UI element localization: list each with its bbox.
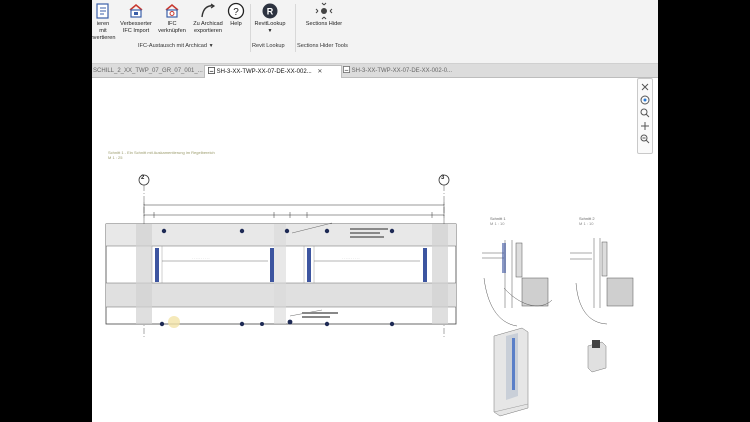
ribbon-group-label: IFC-Austausch mit Archicad xyxy=(138,43,208,49)
ribbon-label: nvertieren xyxy=(92,35,116,41)
ribbon-button-help[interactable]: ? Help xyxy=(226,2,246,28)
ribbon: ieren mit nvertieren Verbesserter IFC Im… xyxy=(92,0,658,64)
ribbon-button-ifc-import[interactable]: Verbesserter IFC Import xyxy=(116,2,156,35)
chevron-down-icon[interactable]: ▼ xyxy=(268,28,273,34)
zoom-icon[interactable] xyxy=(640,108,650,118)
ribbon-button-ifc-link[interactable]: IFC verknüpfen xyxy=(156,2,188,35)
ribbon-separator xyxy=(250,4,251,52)
ribbon-label: Sections Hider xyxy=(305,21,343,27)
drawing-view-icon xyxy=(343,66,350,73)
ribbon-label: IFC xyxy=(167,21,177,27)
pan-icon[interactable] xyxy=(640,121,650,131)
detail-section-1 xyxy=(482,240,553,327)
tab-label: SH-3-XX-TWP-XX-07-DE-XX-002-0... xyxy=(351,68,453,74)
ribbon-label: ieren xyxy=(96,21,110,27)
ribbon-label: mit xyxy=(99,28,107,34)
ribbon-label: Help xyxy=(230,21,242,27)
tab-label: SCHILL_2_XX_TWP_07_GR_07_001_... xyxy=(93,68,203,74)
ribbon-button-archicad-export[interactable]: Zu Archicad exportieren xyxy=(188,2,228,35)
ribbon-group-sections: Sections Hider Tools xyxy=(297,43,348,49)
dimension-lines xyxy=(143,202,445,218)
svg-text:?: ? xyxy=(233,7,239,18)
ribbon-label: verknüpfen xyxy=(158,28,186,34)
ifc-import-icon xyxy=(129,4,143,18)
zoom-region-icon[interactable] xyxy=(640,134,650,144)
document-convert-icon xyxy=(96,3,109,19)
section-drawing: · · · · · · · · · · · · · · · · · · · · xyxy=(105,174,634,417)
ribbon-label: IFC Import xyxy=(122,28,150,34)
detail-bracket xyxy=(502,243,506,273)
column xyxy=(432,224,448,324)
view-tab-bar: SCHILL_2_XX_TWP_07_GR_07_001_... SH-3-XX… xyxy=(92,64,658,78)
column xyxy=(274,224,286,324)
close-icon[interactable]: ✕ xyxy=(317,69,322,75)
ribbon-group-ifc: IFC-Austausch mit Archicad ▼ xyxy=(138,43,214,49)
detail-section-2 xyxy=(570,238,634,325)
view-tab[interactable]: SCHILL_2_XX_TWP_07_GR_07_001_... xyxy=(92,65,204,77)
ribbon-button-publish[interactable]: ieren mit nvertieren xyxy=(92,2,118,42)
grid-label-3: 3 xyxy=(441,175,445,181)
ribbon-label: RevitLookup xyxy=(254,21,286,27)
ribbon-button-revitlookup[interactable]: R RevitLookup ▼ xyxy=(252,2,288,35)
grid-label-2: 2 xyxy=(141,175,145,181)
help-icon: ? xyxy=(227,2,245,20)
ribbon-label: exportieren xyxy=(194,28,222,34)
ribbon-label: Zu Archicad xyxy=(193,21,223,27)
detail-3d-view-1 xyxy=(493,327,529,417)
drawing-canvas[interactable]: Schnitt 1 - Ein Schnitt mit Auskamentier… xyxy=(92,78,658,422)
close-icon[interactable] xyxy=(640,82,650,92)
view-tab[interactable]: SH-3-XX-TWP-XX-07-DE-XX-002-0... xyxy=(340,65,476,77)
chevron-down-icon[interactable]: ▼ xyxy=(209,43,214,49)
detail-1-scale: M 1 : 10 xyxy=(490,221,505,226)
drawing-view-icon xyxy=(208,67,215,74)
column xyxy=(136,224,152,324)
ribbon-separator xyxy=(295,4,296,52)
revitlookup-icon: R xyxy=(262,3,278,19)
ribbon-button-sections-hider[interactable]: Sections Hider xyxy=(300,2,348,28)
view-tab-active[interactable]: SH-3-XX-TWP-XX-07-DE-XX-002... ✕ xyxy=(204,65,342,78)
svg-text:R: R xyxy=(267,7,274,17)
ribbon-label: Verbesserter xyxy=(120,21,152,27)
revit-window: ieren mit nvertieren Verbesserter IFC Im… xyxy=(92,0,658,422)
navigation-bar xyxy=(637,78,653,154)
ribbon-group-revitlookup: Revit Lookup xyxy=(252,43,285,49)
cursor-highlight xyxy=(168,316,180,328)
ifc-link-icon xyxy=(165,4,179,18)
sections-hider-icon xyxy=(315,2,333,20)
detail-3d-view-2 xyxy=(587,340,607,373)
archicad-curve-icon xyxy=(201,3,216,18)
annotation-text: · · · · · · · · · · xyxy=(342,256,360,260)
annotation-text: · · · · · · · · · · xyxy=(192,256,210,260)
tab-label: SH-3-XX-TWP-XX-07-DE-XX-002... xyxy=(216,69,312,75)
detail-2-scale: M 1 : 10 xyxy=(579,221,594,226)
steering-wheel-icon[interactable] xyxy=(640,95,650,105)
